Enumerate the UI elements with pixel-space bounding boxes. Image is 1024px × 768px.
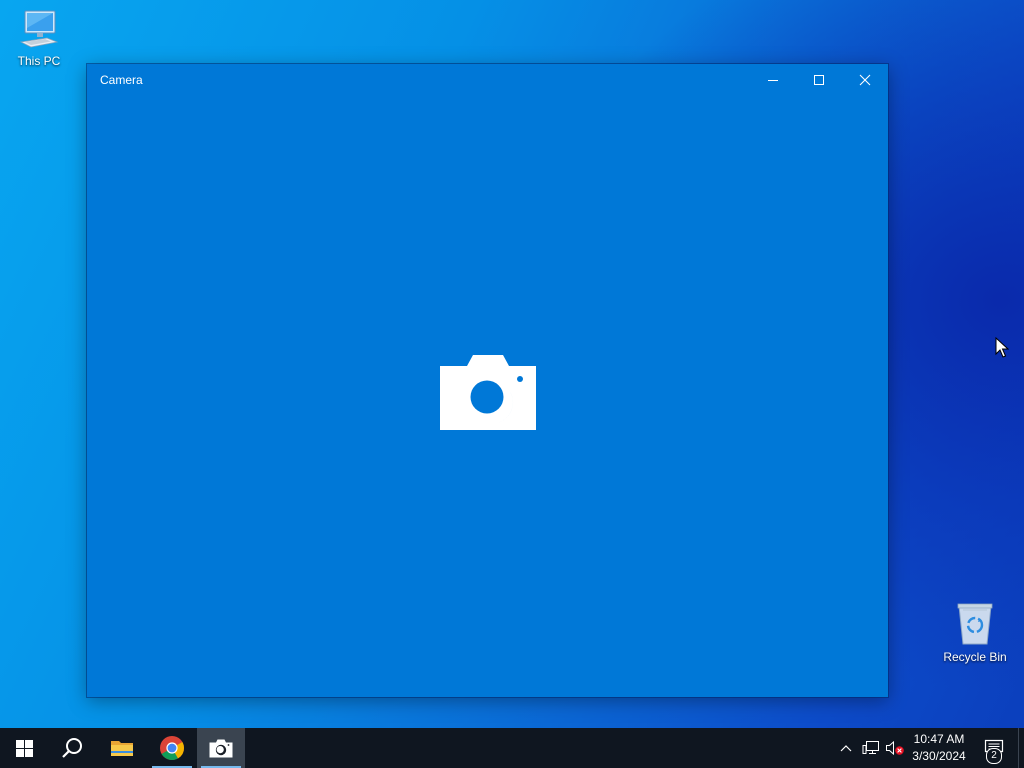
maximize-icon — [814, 75, 824, 85]
show-desktop-button[interactable] — [1018, 728, 1024, 768]
minimize-icon — [768, 80, 778, 81]
show-hidden-icons-button[interactable] — [836, 728, 856, 768]
desktop: This PC Recycle Bin Camera — [0, 0, 1024, 728]
network-icon — [862, 741, 879, 754]
window-title: Camera — [100, 73, 143, 87]
close-button[interactable] — [842, 64, 888, 96]
recycle-bin-icon — [957, 603, 993, 645]
camera-window: Camera — [87, 64, 888, 697]
desktop-icon-label: Recycle Bin — [943, 650, 1007, 664]
minimize-button[interactable] — [750, 64, 796, 96]
mouse-cursor-icon — [995, 337, 1009, 358]
chevron-up-icon — [840, 745, 852, 752]
clock-date: 3/30/2024 — [912, 749, 966, 763]
folder-icon — [111, 741, 133, 756]
windows-logo-icon — [15, 739, 33, 757]
camera-icon — [440, 355, 536, 430]
this-pc-icon — [19, 10, 59, 48]
start-button[interactable] — [0, 728, 48, 768]
maximize-button[interactable] — [796, 64, 842, 96]
network-tray-button[interactable] — [860, 728, 882, 768]
clock-time: 10:47 AM — [913, 732, 965, 746]
desktop-icon-recycle-bin[interactable]: Recycle Bin — [937, 600, 1013, 664]
camera-icon — [209, 739, 233, 757]
desktop-icon-this-pc[interactable]: This PC — [1, 8, 77, 68]
volume-muted-icon — [886, 740, 904, 756]
desktop-icon-label: This PC — [17, 54, 61, 68]
chrome-icon — [160, 736, 184, 761]
title-bar[interactable]: Camera — [87, 64, 888, 96]
taskbar: 10:47 AM 3/30/2024 — [0, 728, 1024, 768]
clock[interactable]: 10:47 AM 3/30/2024 — [906, 728, 972, 768]
taskbar-file-explorer[interactable] — [98, 728, 146, 768]
taskbar-chrome[interactable] — [148, 728, 196, 768]
search-icon — [62, 738, 82, 758]
taskbar-camera[interactable] — [197, 728, 245, 768]
volume-tray-button[interactable] — [884, 728, 906, 768]
notification-count-badge: 2 — [986, 748, 1002, 764]
close-icon — [859, 74, 871, 86]
search-button[interactable] — [48, 728, 96, 768]
